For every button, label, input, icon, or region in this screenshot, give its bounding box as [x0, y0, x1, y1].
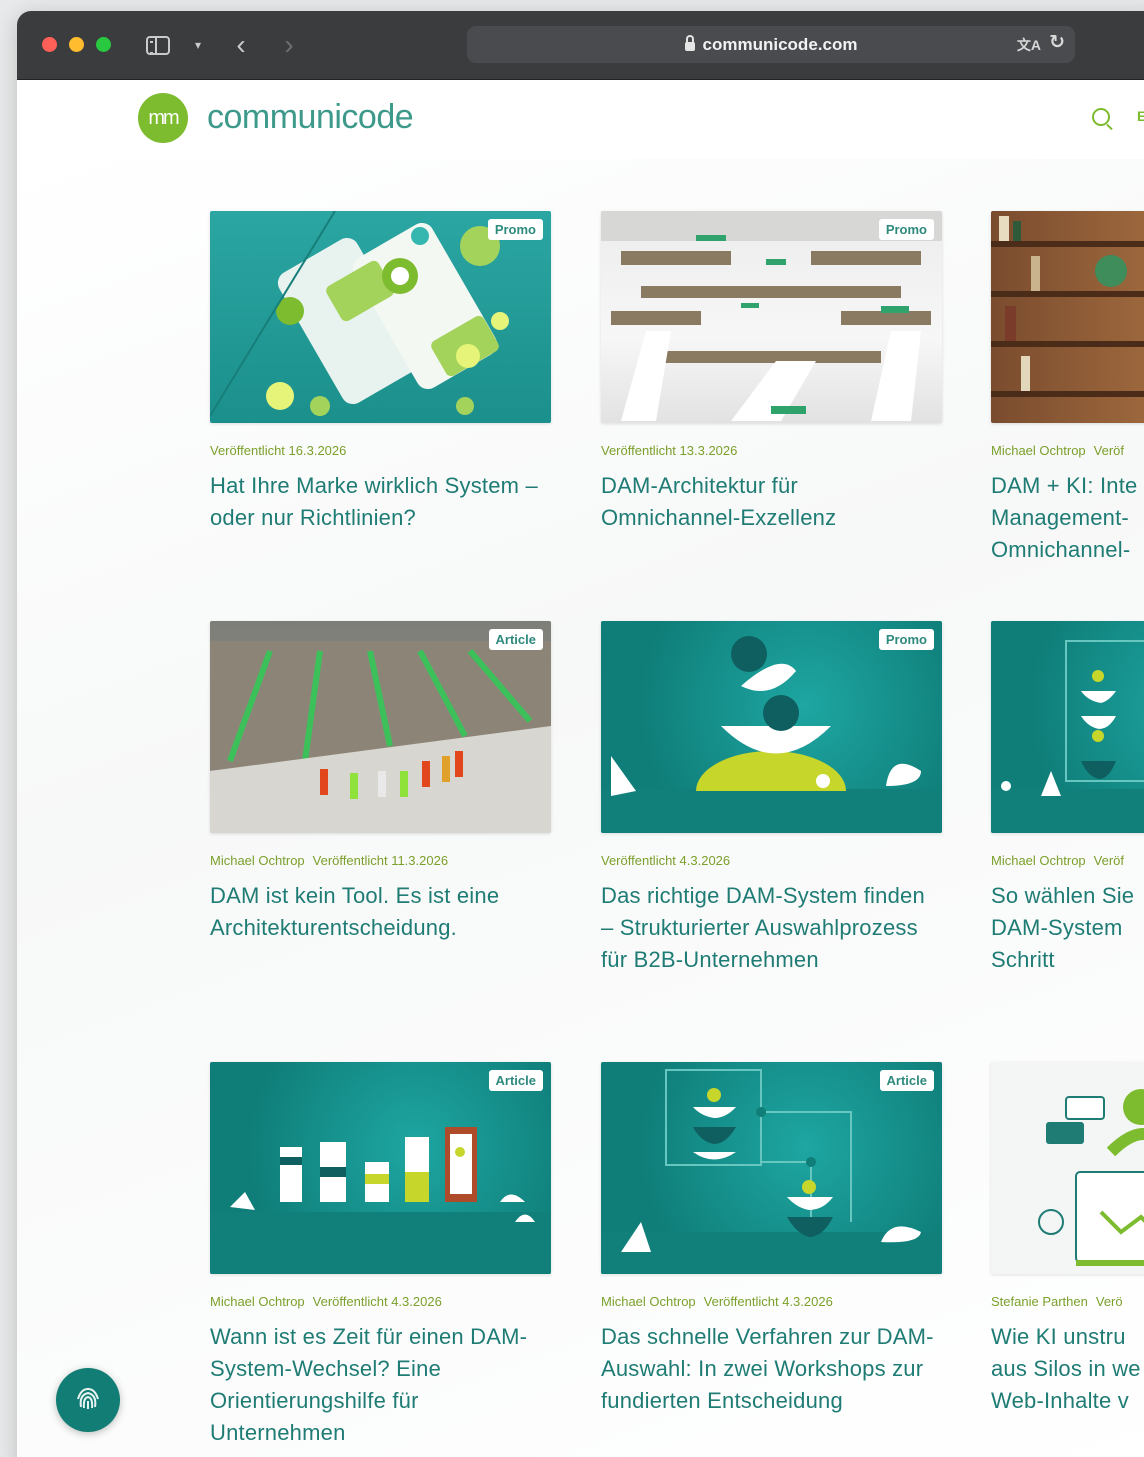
article-title[interactable]: Hat Ihre Marke wirklich System – oder nu…: [210, 470, 551, 534]
construction-site-illustration: [210, 641, 551, 833]
article-card[interactable]: Article Michael Ochtrop Veröffentlicht 4.…: [601, 1062, 942, 1417]
search-icon[interactable]: [1092, 108, 1110, 126]
balancing-shapes-illustration: [601, 636, 942, 833]
article-date: Veröf: [1093, 853, 1125, 868]
article-card[interactable]: Michael Ochtrop Veröf DAM + KI: Inte Mana…: [991, 211, 1144, 566]
article-title[interactable]: Wie KI unstru aus Silos in we Web-Inhalt…: [991, 1321, 1144, 1417]
browser-window: ▾ ‹ › communicode.com 文A ↻ mm communicod…: [17, 11, 1144, 1457]
article-thumbnail[interactable]: Article: [601, 1062, 942, 1274]
zoom-window-button[interactable]: [96, 37, 111, 52]
content-type-badge: Promo: [878, 219, 934, 240]
article-card[interactable]: Promo Veröffentlicht 16.3.2026 Hat Ihre …: [210, 211, 551, 534]
article-date: Veröffentlicht 16.3.2026: [210, 443, 347, 458]
article-meta: Veröffentlicht 13.3.2026: [601, 443, 942, 458]
content-type-badge: Article: [879, 1070, 934, 1091]
article-thumbnail[interactable]: Article: [210, 621, 551, 833]
chevron-down-icon[interactable]: ▾: [189, 31, 207, 59]
article-title[interactable]: DAM + KI: Inte Management- Omnichannel-: [991, 470, 1144, 566]
article-meta: Veröffentlicht 16.3.2026: [210, 443, 551, 458]
content-type-badge: Article: [488, 1070, 543, 1091]
article-meta: Michael Ochtrop Veröf: [991, 853, 1144, 868]
article-title[interactable]: Das schnelle Verfahren zur DAM-Auswahl: …: [601, 1321, 942, 1417]
article-thumbnail[interactable]: Promo: [210, 211, 551, 423]
content-type-badge: Promo: [487, 219, 543, 240]
header-menu-item[interactable]: E: [1137, 108, 1144, 124]
content-type-badge: Promo: [878, 629, 934, 650]
article-card[interactable]: Promo Veröffentlicht 13.3.2026 DAM-Archi…: [601, 211, 942, 534]
stacked-blocks-illustration: [210, 1127, 551, 1274]
article-meta: Stefanie Parthen Verö: [991, 1294, 1144, 1309]
logo-mark[interactable]: mm: [138, 93, 188, 143]
article-title[interactable]: Wann ist es Zeit für einen DAM-System-We…: [210, 1321, 551, 1449]
fingerprint-icon[interactable]: [56, 1368, 120, 1432]
article-grid: Promo Veröffentlicht 16.3.2026 Hat Ihre …: [17, 159, 1144, 1457]
forward-arrow-icon[interactable]: ›: [275, 29, 303, 60]
article-author[interactable]: Michael Ochtrop: [210, 853, 305, 868]
library-interior-illustration: [601, 211, 942, 421]
robot-illustration: [1038, 1089, 1144, 1266]
article-thumbnail[interactable]: [991, 621, 1144, 833]
article-date: Veröffentlicht 4.3.2026: [703, 1294, 833, 1309]
article-author[interactable]: Michael Ochtrop: [991, 853, 1086, 868]
article-card[interactable]: Promo Veröffentlicht 4.3.2026 Das richti…: [601, 621, 942, 976]
article-date: Veröffentlicht 4.3.2026: [312, 1294, 442, 1309]
article-meta: Michael Ochtrop Veröf: [991, 443, 1144, 458]
article-author[interactable]: Michael Ochtrop: [601, 1294, 696, 1309]
address-bar[interactable]: communicode.com 文A ↻: [467, 26, 1075, 63]
article-title[interactable]: So wählen Sie DAM-System Schritt: [991, 880, 1144, 976]
article-author[interactable]: Stefanie Parthen: [991, 1294, 1088, 1309]
logo-text[interactable]: communicode: [207, 98, 414, 137]
close-window-button[interactable]: [42, 37, 57, 52]
article-date: Verö: [1095, 1294, 1123, 1309]
article-card[interactable]: Stefanie Parthen Verö Wie KI unstru aus S…: [991, 1062, 1144, 1417]
article-title[interactable]: DAM-Architektur für Omnichannel-Exzellen…: [601, 470, 942, 534]
bookshelf-illustration: [991, 216, 1144, 397]
reload-icon[interactable]: ↻: [1049, 31, 1065, 54]
article-thumbnail[interactable]: Article: [210, 1062, 551, 1274]
stacked-shapes-illustration: [991, 640, 1144, 833]
brand-phones-illustration: [210, 211, 509, 417]
article-meta: Michael Ochtrop Veröffentlicht 4.3.2026: [210, 1294, 551, 1309]
article-meta: Veröffentlicht 4.3.2026: [601, 853, 942, 868]
article-title[interactable]: Das richtige DAM-System finden – Struktu…: [601, 880, 942, 976]
site-header: mm communicode E: [17, 80, 1144, 159]
article-card[interactable]: Article Michael Ochtrop Veröffentlicht 4.…: [210, 1062, 551, 1449]
browser-titlebar: ▾ ‹ › communicode.com 文A ↻: [17, 11, 1144, 80]
article-date: Veröffentlicht 13.3.2026: [601, 443, 738, 458]
address-bar-url: communicode.com: [702, 34, 858, 54]
minimize-window-button[interactable]: [69, 37, 84, 52]
content-type-badge: Article: [488, 629, 543, 650]
article-card[interactable]: Article Michael Ochtrop Veröffentlicht 11…: [210, 621, 551, 944]
sidebar-toggle-icon[interactable]: [143, 31, 173, 59]
article-thumbnail[interactable]: Promo: [601, 211, 942, 423]
article-title[interactable]: DAM ist kein Tool. Es ist eine Architekt…: [210, 880, 551, 944]
article-date: Veröffentlicht 4.3.2026: [601, 853, 731, 868]
back-arrow-icon[interactable]: ‹: [227, 29, 255, 60]
article-card[interactable]: Michael Ochtrop Veröf So wählen Sie DAM-S…: [991, 621, 1144, 976]
article-thumbnail[interactable]: [991, 1062, 1144, 1274]
flow-diagram-illustration: [601, 1069, 942, 1274]
article-meta: Michael Ochtrop Veröffentlicht 11.3.2026: [210, 853, 551, 868]
article-thumbnail[interactable]: Promo: [601, 621, 942, 833]
article-author[interactable]: Michael Ochtrop: [210, 1294, 305, 1309]
lock-icon: [684, 35, 695, 51]
article-meta: Michael Ochtrop Veröffentlicht 4.3.2026: [601, 1294, 942, 1309]
article-date: Veröf: [1093, 443, 1125, 458]
translate-icon[interactable]: 文A: [1017, 35, 1041, 55]
article-author[interactable]: Michael Ochtrop: [991, 443, 1086, 458]
article-date: Veröffentlicht 11.3.2026: [312, 853, 449, 868]
article-thumbnail[interactable]: [991, 211, 1144, 423]
